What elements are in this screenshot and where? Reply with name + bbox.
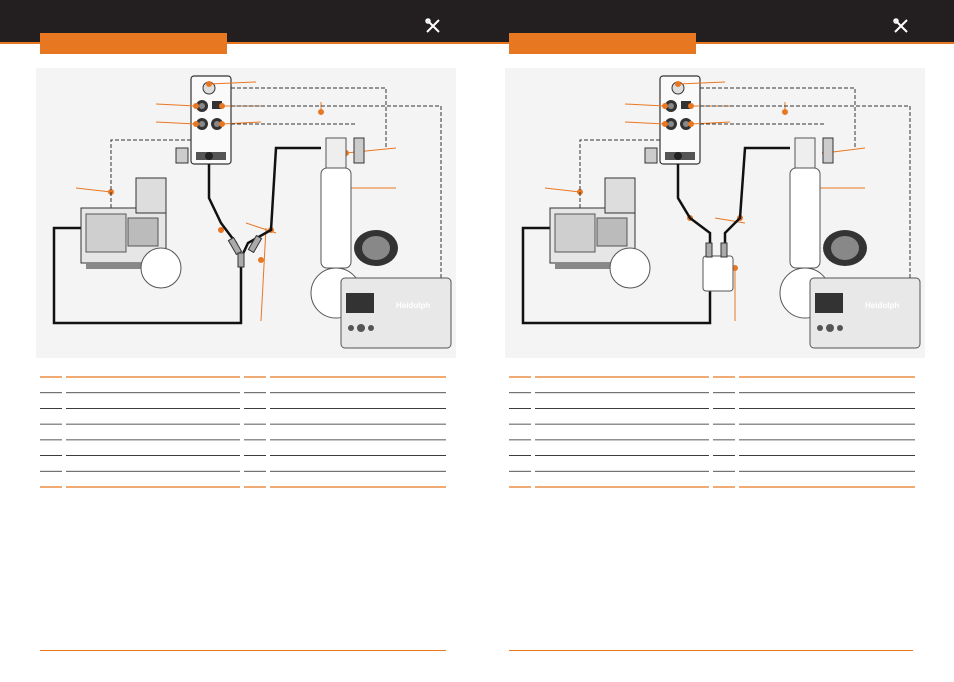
vacuum-controller [190,75,232,165]
vacuum-controller [659,75,701,165]
heidolph-logo: Heidolph [865,301,899,310]
setup-diagram-right: Heidolph [505,68,925,358]
tools-icon [893,18,908,33]
footer-line-right [509,650,913,651]
section-tab-left [40,33,227,54]
setup-diagram-left: Heidolph [36,68,456,358]
heidolph-logo: Heidolph [396,301,430,310]
receiving-flask [140,247,182,289]
legend-table-left [40,376,446,488]
footer-line-left [40,650,446,651]
legend-table-right [509,376,915,488]
tools-icon [425,18,440,33]
section-tab-right [509,33,696,54]
receiving-flask [609,247,651,289]
